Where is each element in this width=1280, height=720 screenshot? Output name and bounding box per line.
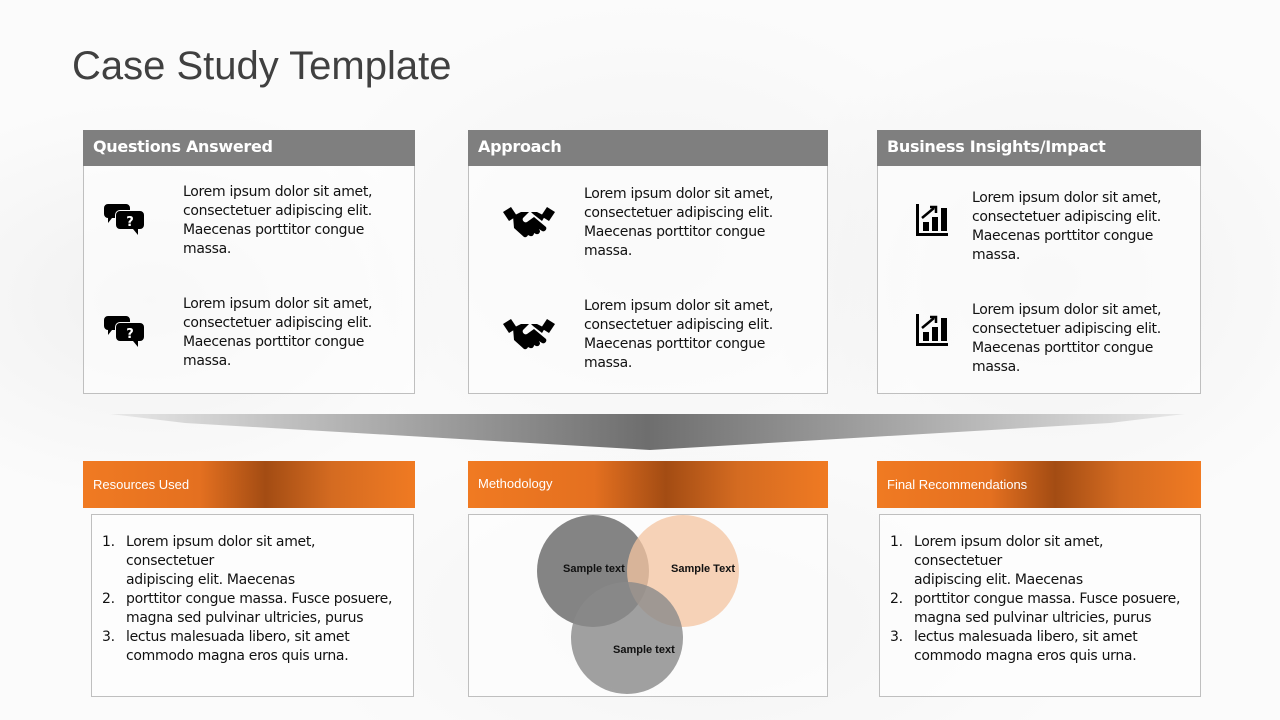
svg-text:?: ? (126, 327, 134, 342)
bar-chart-growth-icon (916, 204, 948, 236)
list-item: 1. Lorem ipsum dolor sit amet, consectet… (890, 534, 1104, 588)
list-item: Lorem ipsum dolor sit amet, consectetuer… (469, 292, 827, 372)
handshake-icon (503, 207, 555, 238)
speech-bubbles-question-icon: ? (104, 316, 144, 347)
page-title: Case Study Template (72, 44, 452, 88)
item-text: Lorem ipsum dolor sit amet, consectetuer… (183, 184, 373, 257)
approach-header: Approach (468, 130, 828, 166)
venn-circle (571, 582, 683, 694)
questions-answered-header: Questions Answered (83, 130, 415, 166)
resources-list: 1. Lorem ipsum dolor sit amet, consectet… (102, 533, 407, 666)
list-item: 2. porttitor congue massa. Fusce posuere… (890, 591, 1181, 626)
approach-card: Approach Lorem ipsum dolor sit amet, con… (468, 130, 828, 394)
list-item: 3. lectus malesuada libero, sit amet com… (102, 629, 350, 664)
resources-used-header: Resources Used (83, 461, 415, 508)
list-item: Lorem ipsum dolor sit amet, consectetuer… (878, 296, 1200, 376)
business-insights-header: Business Insights/Impact (877, 130, 1201, 166)
down-chevron-arrow (110, 414, 1185, 450)
svg-text:?: ? (126, 215, 134, 230)
methodology-header: Methodology (468, 461, 828, 508)
approach-body: Lorem ipsum dolor sit amet, consectetuer… (468, 166, 828, 394)
venn-label: Sample text (563, 563, 625, 575)
questions-answered-body: ? Lorem ipsum dolor sit amet, consectetu… (83, 166, 415, 394)
list-item: Lorem ipsum dolor sit amet, consectetuer… (469, 180, 827, 260)
item-text: Lorem ipsum dolor sit amet, consectetuer… (584, 298, 774, 371)
venn-label: Sample Text (671, 563, 735, 575)
item-text: Lorem ipsum dolor sit amet, consectetuer… (972, 302, 1162, 375)
venn-label: Sample text (613, 644, 675, 656)
final-recommendations-body: 1. Lorem ipsum dolor sit amet, consectet… (879, 514, 1201, 697)
venn-diagram (537, 515, 739, 694)
methodology-body: Sample text Sample Text Sample text (468, 514, 828, 697)
speech-bubbles-question-icon: ? (104, 204, 144, 235)
item-text: Lorem ipsum dolor sit amet, consectetuer… (584, 186, 774, 259)
list-item: 3. lectus malesuada libero, sit amet com… (890, 629, 1138, 664)
handshake-icon (503, 319, 555, 350)
list-item: 1. Lorem ipsum dolor sit amet, consectet… (102, 534, 316, 588)
item-text: Lorem ipsum dolor sit amet, consectetuer… (183, 296, 373, 369)
recommendations-list: 1. Lorem ipsum dolor sit amet, consectet… (890, 533, 1194, 666)
resources-used-body: 1. Lorem ipsum dolor sit amet, consectet… (91, 514, 414, 697)
list-item: Lorem ipsum dolor sit amet, consectetuer… (878, 184, 1200, 264)
questions-answered-card: Questions Answered ? Lorem ipsum dolor s… (83, 130, 415, 394)
list-item: ? Lorem ipsum dolor sit amet, consectetu… (84, 178, 414, 258)
item-text: Lorem ipsum dolor sit amet, consectetuer… (972, 190, 1162, 263)
list-item: 2. porttitor congue massa. Fusce posuere… (102, 591, 393, 626)
business-insights-card: Business Insights/Impact Lorem ipsum dol… (877, 130, 1201, 394)
final-recommendations-header: Final Recommendations (877, 461, 1201, 508)
business-insights-body: Lorem ipsum dolor sit amet, consectetuer… (877, 166, 1201, 394)
bar-chart-growth-icon (916, 314, 948, 346)
list-item: ? Lorem ipsum dolor sit amet, consectetu… (84, 290, 414, 370)
